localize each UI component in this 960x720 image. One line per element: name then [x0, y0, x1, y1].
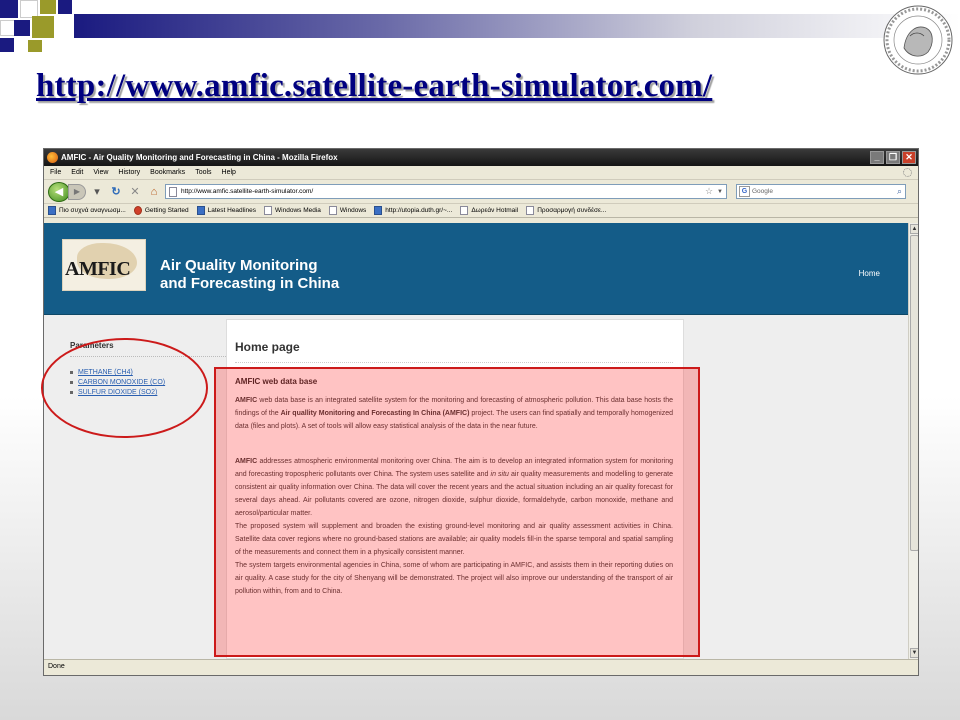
reload-icon[interactable]: ↻: [108, 185, 124, 198]
window-titlebar: AMFIC - Air Quality Monitoring and Forec…: [44, 149, 918, 166]
address-dropdown-icon[interactable]: ▼: [717, 189, 726, 195]
page-title: Home page: [235, 340, 673, 363]
vertical-scrollbar[interactable]: ▲ ▼: [908, 223, 918, 659]
site-header: AMFIC Air Quality Monitoring and Forecas…: [44, 223, 908, 315]
web-icon: [374, 206, 383, 215]
bookmark-item[interactable]: Latest Headlines: [196, 206, 257, 215]
minimize-button[interactable]: _: [870, 151, 884, 164]
slide-header-bar: [74, 14, 960, 38]
search-icon[interactable]: ⌕: [897, 186, 905, 197]
nav-home-link[interactable]: Home: [859, 269, 880, 278]
bookmark-item[interactable]: Getting Started: [133, 206, 189, 215]
address-bar[interactable]: http://www.amfic.satellite-earth-simulat…: [165, 184, 727, 199]
bookmark-item[interactable]: Πιο συχνά αναγνωσμ...: [48, 206, 126, 215]
menu-view[interactable]: View: [93, 169, 108, 176]
bookmark-item[interactable]: Windows Media: [264, 206, 321, 215]
bookmark-label: Πιο συχνά αναγνωσμ...: [59, 207, 126, 214]
back-button[interactable]: ◀: [48, 181, 70, 202]
annotation-ellipse: [41, 338, 208, 438]
restore-button[interactable]: ❐: [886, 151, 900, 164]
scroll-down-icon[interactable]: ▼: [910, 648, 918, 658]
bookmark-item[interactable]: http://utopia.duth.gr/~...: [374, 206, 452, 215]
bookmark-item[interactable]: Windows: [328, 206, 367, 215]
scrollbar-thumb[interactable]: [910, 235, 918, 551]
status-bar: Done: [44, 659, 918, 675]
bookmark-label: Latest Headlines: [207, 207, 257, 214]
rss-icon: [196, 206, 205, 215]
deco-square: [14, 20, 30, 36]
search-box[interactable]: G Google ⌕: [736, 184, 906, 199]
navigation-toolbar: ◀ ▶ ▾ ↻ ✕ ⌂ http://www.amfic.satellite-e…: [44, 180, 918, 204]
firefox-icon: [47, 152, 58, 163]
scroll-up-icon[interactable]: ▲: [910, 224, 918, 234]
home-icon[interactable]: ⌂: [146, 186, 162, 198]
bookmark-star-icon[interactable]: ☆: [705, 186, 713, 197]
menu-bookmarks[interactable]: Bookmarks: [150, 169, 185, 176]
bookmark-label: http://utopia.duth.gr/~...: [385, 207, 453, 214]
bookmark-label: Προσαρμογή συνδέσε...: [537, 207, 607, 214]
bookmark-label: Windows Media: [275, 207, 321, 214]
deco-square: [0, 38, 14, 52]
google-icon[interactable]: G: [739, 186, 750, 197]
bookmark-label: Getting Started: [144, 207, 189, 214]
site-title-line2: and Forecasting in China: [160, 275, 340, 292]
site-title: Air Quality Monitoring and Forecasting i…: [160, 257, 339, 293]
deco-square: [0, 0, 18, 18]
bookmark-label: Δωρεάν Hotmail: [471, 207, 519, 214]
page-icon: [460, 206, 469, 215]
bookmark-item[interactable]: Δωρεάν Hotmail: [460, 206, 518, 215]
menu-history[interactable]: History: [118, 169, 140, 176]
address-text[interactable]: http://www.amfic.satellite-earth-simulat…: [181, 188, 701, 195]
deco-square: [32, 16, 54, 38]
history-dropdown-icon[interactable]: ▾: [89, 185, 105, 198]
annotation-highlight-box: [214, 367, 700, 657]
menu-edit[interactable]: Edit: [71, 169, 83, 176]
menu-file[interactable]: File: [50, 169, 61, 176]
page-icon: [328, 206, 337, 215]
bookmark-item[interactable]: Προσαρμογή συνδέσε...: [526, 206, 606, 215]
slide-url-title[interactable]: http://www.amfic.satellite-earth-simulat…: [36, 68, 712, 105]
close-button[interactable]: ✕: [902, 151, 916, 164]
bookmark-label: Windows: [339, 207, 367, 214]
page-icon: [264, 206, 273, 215]
search-input[interactable]: Google: [752, 188, 897, 195]
stop-icon[interactable]: ✕: [127, 185, 143, 198]
page-icon: [169, 186, 177, 197]
amfic-logo[interactable]: AMFIC: [62, 239, 146, 291]
menu-help[interactable]: Help: [222, 169, 236, 176]
logo-text: AMFIC: [65, 258, 131, 280]
page-icon: [526, 206, 535, 215]
bookmarks-toolbar: Πιο συχνά αναγνωσμ... Getting Started La…: [44, 204, 918, 218]
throbber-icon: [903, 168, 912, 177]
deco-square: [28, 40, 42, 52]
firefox-icon: [133, 206, 142, 215]
window-title: AMFIC - Air Quality Monitoring and Forec…: [61, 153, 338, 162]
folder-icon: [48, 206, 56, 215]
status-text: Done: [48, 663, 65, 670]
menu-tools[interactable]: Tools: [195, 169, 211, 176]
menu-bar: File Edit View History Bookmarks Tools H…: [44, 166, 918, 180]
forward-button[interactable]: ▶: [68, 183, 86, 200]
university-seal-icon: [883, 5, 953, 75]
site-title-line1: Air Quality Monitoring: [160, 257, 318, 274]
deco-square: [40, 0, 56, 14]
deco-square: [58, 0, 72, 14]
